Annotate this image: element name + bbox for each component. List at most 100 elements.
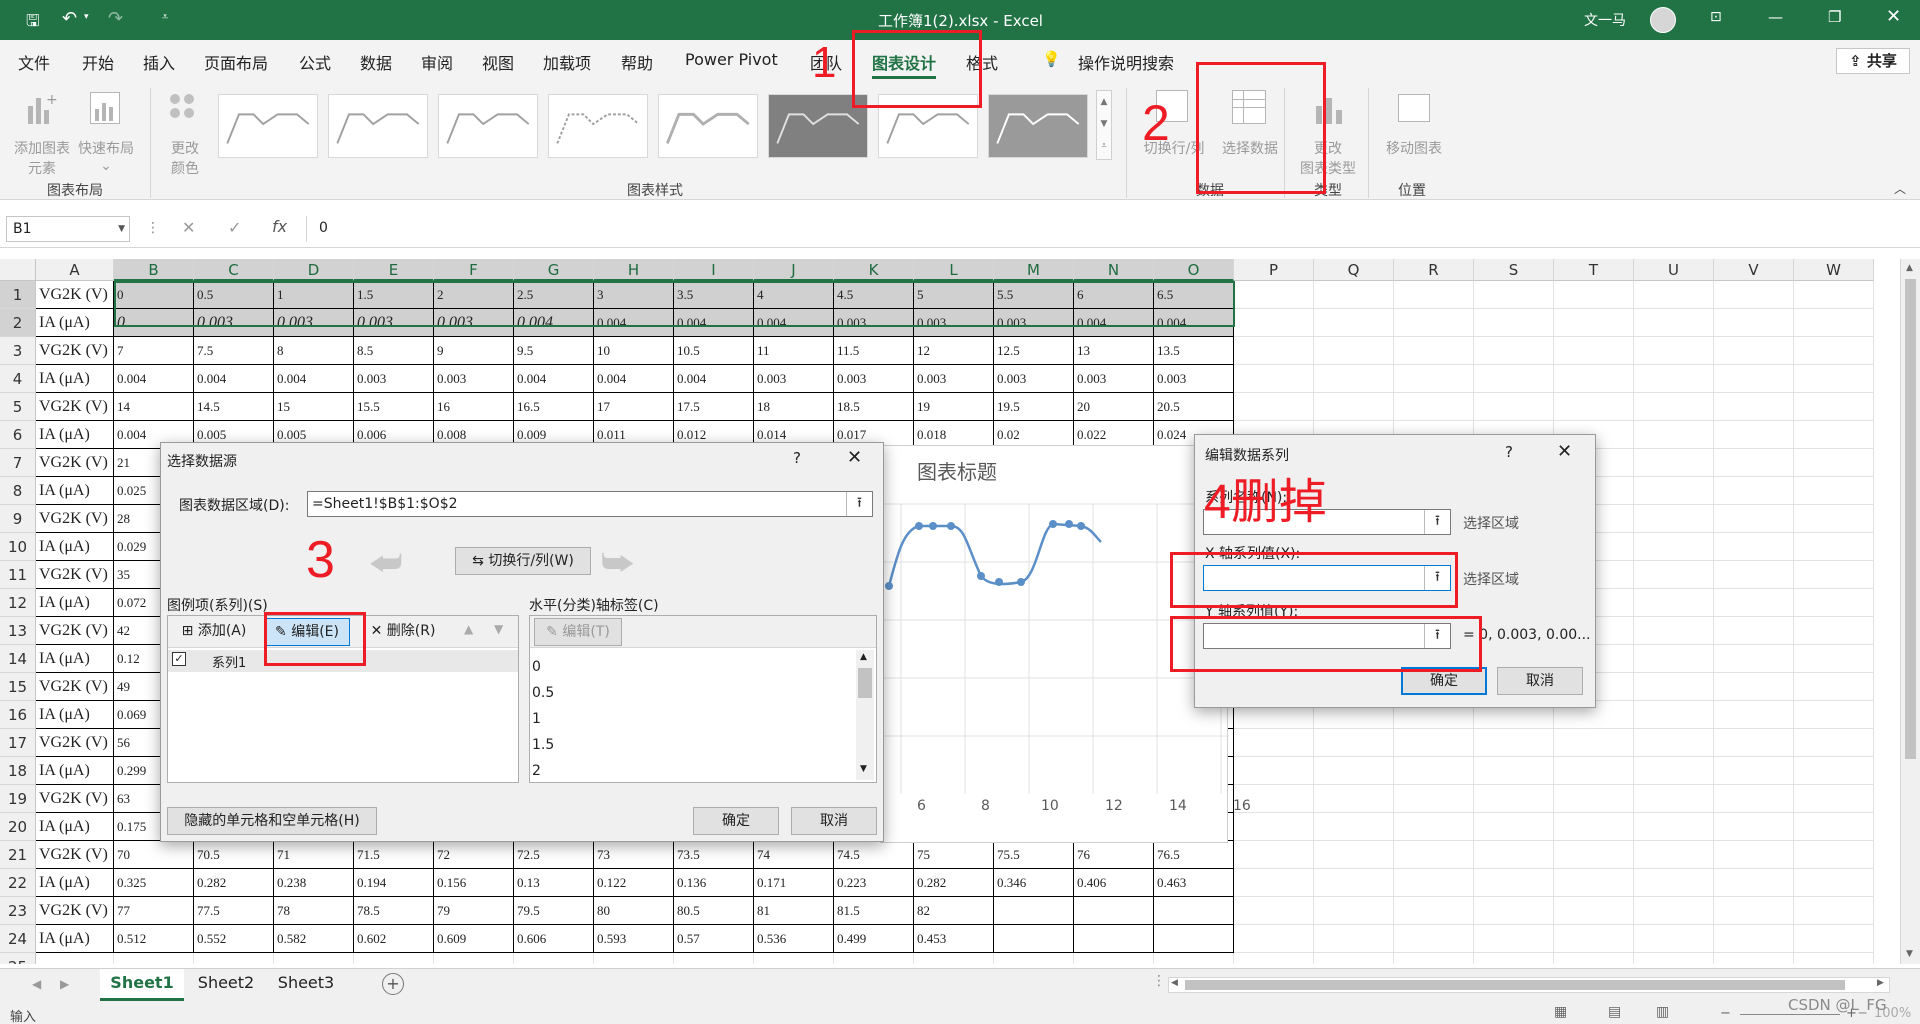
cell[interactable] (1474, 869, 1554, 897)
cell[interactable]: 3.5 (674, 281, 754, 309)
cell[interactable]: 20.5 (1154, 393, 1234, 421)
cell[interactable] (834, 953, 914, 964)
row-header[interactable]: 24 (0, 925, 36, 953)
cell[interactable] (1714, 897, 1794, 925)
cell[interactable] (114, 953, 194, 964)
cell[interactable]: 78 (274, 897, 354, 925)
cell[interactable]: 0.003 (354, 309, 434, 337)
cell[interactable] (994, 897, 1074, 925)
chart-style-1[interactable] (218, 94, 318, 158)
edit-axis-button[interactable]: ✎ 编辑(T) (534, 618, 622, 646)
cell-label[interactable]: IA (μA) (36, 309, 114, 337)
cell[interactable] (1634, 673, 1714, 701)
cell[interactable] (1794, 785, 1874, 813)
column-header[interactable]: Q (1314, 259, 1394, 281)
cell[interactable] (1554, 813, 1634, 841)
cell-label[interactable]: VG2K (V) (36, 561, 114, 589)
cell[interactable] (1554, 365, 1634, 393)
close-icon[interactable]: ✕ (1557, 441, 1572, 462)
cell[interactable]: 80 (594, 897, 674, 925)
cell[interactable]: 72.5 (514, 841, 594, 869)
cell-label[interactable]: IA (μA) (36, 533, 114, 561)
switch-row-column-dialog-button[interactable]: ⇆ 切换行/列(W) (455, 547, 591, 575)
row-header[interactable]: 12 (0, 589, 36, 617)
column-header[interactable]: T (1554, 259, 1634, 281)
column-header[interactable]: M (994, 259, 1074, 281)
cell[interactable] (1714, 561, 1794, 589)
cell-label[interactable]: IA (μA) (36, 757, 114, 785)
cell[interactable]: 0 (114, 309, 194, 337)
page-break-view-icon[interactable]: ▥ (1656, 1004, 1669, 1020)
cell[interactable]: 8.5 (354, 337, 434, 365)
cell[interactable] (1234, 897, 1314, 925)
cell[interactable]: 81.5 (834, 897, 914, 925)
cell[interactable] (1314, 953, 1394, 964)
row-header[interactable]: 13 (0, 617, 36, 645)
cell[interactable] (1394, 953, 1474, 964)
row-header[interactable]: 15 (0, 673, 36, 701)
cell[interactable]: 18 (754, 393, 834, 421)
cell[interactable] (1714, 309, 1794, 337)
cell[interactable] (1314, 869, 1394, 897)
cell[interactable]: 71.5 (354, 841, 434, 869)
cell[interactable] (1474, 337, 1554, 365)
cell[interactable] (1714, 365, 1794, 393)
cell[interactable] (1634, 589, 1714, 617)
cell[interactable]: 12 (914, 337, 994, 365)
cell[interactable] (1794, 309, 1874, 337)
row-header[interactable]: 23 (0, 897, 36, 925)
change-colors-button[interactable]: 更改 颜色 (160, 88, 210, 177)
scroll-up-icon[interactable]: ▲ (1906, 263, 1913, 273)
cell[interactable] (1314, 729, 1394, 757)
cell[interactable] (1234, 925, 1314, 953)
cell[interactable] (1234, 281, 1314, 309)
redo-icon[interactable]: ↷ (108, 8, 123, 29)
cell[interactable]: 2.5 (514, 281, 594, 309)
cell[interactable] (1714, 337, 1794, 365)
cell-label[interactable]: VG2K (V) (36, 505, 114, 533)
cell[interactable]: 0.003 (994, 365, 1074, 393)
cell[interactable]: 0.003 (354, 365, 434, 393)
cell[interactable] (1794, 617, 1874, 645)
cell[interactable] (1394, 729, 1474, 757)
cell-label[interactable]: VG2K (V) (36, 337, 114, 365)
cell[interactable] (1634, 701, 1714, 729)
cell[interactable]: 12.5 (994, 337, 1074, 365)
scroll-thumb[interactable] (858, 668, 872, 698)
cell[interactable] (1634, 897, 1714, 925)
cell[interactable] (1154, 897, 1234, 925)
cell[interactable] (1394, 785, 1474, 813)
cell[interactable] (1634, 393, 1714, 421)
cell[interactable] (914, 953, 994, 964)
cell[interactable] (1714, 729, 1794, 757)
cell[interactable]: 1 (274, 281, 354, 309)
cell[interactable] (1554, 953, 1634, 964)
cell-label[interactable]: IA (μA) (36, 365, 114, 393)
cell[interactable] (1474, 897, 1554, 925)
minimize-icon[interactable]: — (1768, 8, 1783, 26)
cell[interactable]: 0.57 (674, 925, 754, 953)
cancel-icon[interactable]: ✕ (182, 218, 195, 237)
cell[interactable]: 3 (594, 281, 674, 309)
close-icon[interactable]: ✕ (847, 447, 862, 468)
cell[interactable] (1074, 925, 1154, 953)
cell[interactable]: 6.5 (1154, 281, 1234, 309)
cell[interactable]: 0.122 (594, 869, 674, 897)
collapse-ribbon-icon[interactable]: ︿ (1894, 180, 1906, 197)
row-header[interactable]: 21 (0, 841, 36, 869)
cell[interactable]: 76 (1074, 841, 1154, 869)
cell[interactable] (1314, 365, 1394, 393)
cell-label[interactable]: VG2K (V) (36, 393, 114, 421)
cell[interactable] (594, 953, 674, 964)
axis-label-item[interactable]: 0 (532, 654, 852, 680)
cell[interactable]: 0.512 (114, 925, 194, 953)
cell[interactable] (1634, 505, 1714, 533)
cell[interactable]: 0.004 (674, 309, 754, 337)
axis-label-item[interactable]: 1.5 (532, 732, 852, 758)
cell[interactable]: 2 (434, 281, 514, 309)
cell[interactable]: 75.5 (994, 841, 1074, 869)
row-header[interactable]: 16 (0, 701, 36, 729)
cell-label[interactable]: IA (μA) (36, 925, 114, 953)
normal-view-icon[interactable]: ▦ (1554, 1004, 1567, 1020)
cell[interactable]: 0.406 (1074, 869, 1154, 897)
